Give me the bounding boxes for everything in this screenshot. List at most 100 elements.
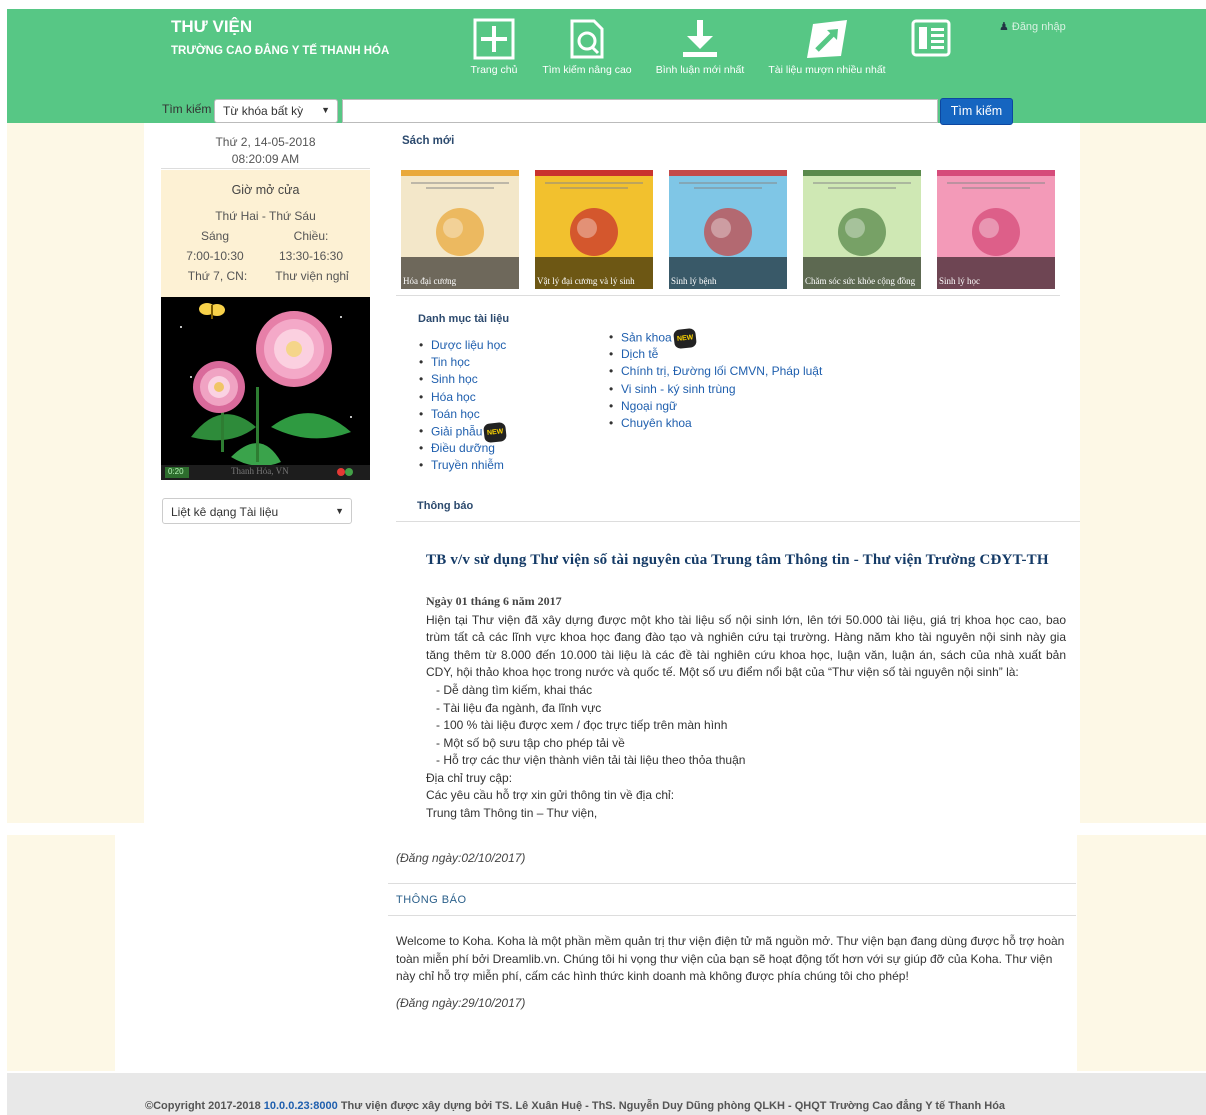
category-link[interactable]: Toán học — [431, 407, 480, 421]
support-address: Các yêu cầu hỗ trợ xin gửi thông tin về … — [426, 788, 675, 802]
login-label: Đăng nhập — [1011, 21, 1066, 33]
category-list-2: Sản khoaNEWDịch tễ Chính trị, Đường lối C… — [607, 327, 822, 432]
nav-advanced-search-label: Tìm kiếm nâng cao — [542, 64, 632, 76]
footer-suffix: Thư viện được xây dựng bởi TS. Lê Xuân H… — [337, 1100, 1006, 1112]
divider — [396, 521, 1080, 522]
document-type-select[interactable]: Liệt kê dạng Tài liệu ▼ — [162, 498, 352, 524]
category-item[interactable]: Ngoại ngữ — [607, 398, 822, 415]
nav-home[interactable]: Trang chủ — [470, 18, 518, 76]
welcome-text: Welcome to Koha. Koha là một phần mềm qu… — [396, 934, 1065, 983]
category-link[interactable]: Chính trị, Đường lối CMVN, Pháp luật — [621, 364, 822, 378]
newspaper-icon — [911, 19, 951, 57]
player-time: 0:20 — [168, 467, 184, 476]
flower-image — [161, 297, 370, 480]
search-input[interactable] — [342, 99, 938, 123]
category-item[interactable]: Chính trị, Đường lối CMVN, Pháp luật — [607, 363, 822, 380]
category-item[interactable]: Dịch tễ — [607, 346, 822, 363]
category-link[interactable]: Chuyên khoa — [621, 416, 692, 430]
search-button[interactable]: Tìm kiếm — [940, 98, 1013, 125]
book-cover[interactable]: Hóa đại cương — [401, 170, 519, 289]
notice-title[interactable]: TB v/v sử dụng Thư viện số tài nguyên củ… — [426, 551, 1066, 570]
divider — [388, 883, 1076, 884]
login-link[interactable]: ♟ Đăng nhập — [999, 20, 1066, 33]
category-link[interactable]: Điều dưỡng — [431, 441, 495, 455]
book-caption: Sinh lý bệnh — [669, 257, 787, 289]
category-link[interactable]: Dịch tễ — [621, 347, 658, 361]
search-scope-value: Từ khóa bất kỳ — [223, 104, 304, 118]
site-subtitle: TRƯỜNG CAO ĐẲNG Y TẾ THANH HÓA — [171, 45, 390, 57]
weekdays-label: Thứ Hai - Thứ Sáu — [215, 209, 316, 223]
notice-bullet: - 100 % tài liệu được xem / đọc trực tiế… — [436, 718, 728, 732]
nav-most-borrowed[interactable]: Tài liệu mượn nhiều nhất — [766, 18, 888, 76]
page-background-right — [1080, 123, 1206, 823]
category-link[interactable]: Dược liệu học — [431, 338, 506, 352]
category-link[interactable]: Sản khoa — [621, 331, 672, 345]
lower-background-left — [7, 835, 115, 1071]
book-cover[interactable]: Sinh lý học — [937, 170, 1055, 289]
notice-section-title: Thông báo — [417, 500, 474, 512]
category-item[interactable]: Hóa học — [417, 389, 507, 406]
player-caption: Thanh Hóa, VN — [231, 466, 289, 476]
notice-body: Hiện tại Thư viện đã xây dựng được một k… — [426, 613, 1066, 679]
category-item[interactable]: Chuyên khoa — [607, 415, 822, 432]
notice-bullet: - Một số bộ sưu tập cho phép tải về — [436, 736, 625, 750]
book-cover[interactable]: Vật lý đại cương và lý sinh — [535, 170, 653, 289]
notice2-posted-date: (Đăng ngày:29/10/2017) — [396, 996, 526, 1010]
category-item[interactable]: Tin học — [417, 354, 507, 371]
category-link[interactable]: Truyền nhiễm — [431, 458, 504, 472]
morning-label: Sáng — [200, 229, 230, 243]
category-item[interactable]: Sản khoaNEW — [607, 327, 822, 350]
category-item[interactable]: Vi sinh - ký sinh trùng — [607, 381, 822, 398]
category-link[interactable]: Ngoại ngữ — [621, 399, 677, 413]
search-scope-select[interactable]: Từ khóa bất kỳ ▼ — [214, 99, 338, 123]
nav-latest-comments[interactable]: Bình luận mới nhất — [654, 18, 746, 76]
download-icon — [683, 20, 717, 57]
category-link[interactable]: Hóa học — [431, 390, 476, 404]
divider — [388, 915, 1076, 916]
current-date: Thứ 2, 14-05-2018 — [215, 135, 316, 149]
nav-home-label: Trang chủ — [470, 64, 518, 76]
nav-news[interactable] — [908, 18, 954, 62]
notice-date: Ngày 01 tháng 6 năm 2017 — [426, 594, 562, 608]
category-link[interactable]: Tin học — [431, 355, 470, 369]
category-link[interactable]: Sinh học — [431, 372, 478, 386]
book-cover[interactable]: Sinh lý bệnh — [669, 170, 787, 289]
category-item[interactable]: Sinh học — [417, 371, 507, 388]
footer-copyright: ©Copyright 2017-2018 10.0.0.23:8000 Thư … — [145, 1100, 1005, 1112]
category-link[interactable]: Giải phẫu — [431, 425, 482, 439]
page-background-left — [7, 123, 144, 823]
category-item[interactable]: Điều dưỡng — [417, 440, 507, 457]
notice-posted-date: (Đăng ngày:02/10/2017) — [396, 851, 526, 865]
book-caption: Hóa đại cương — [401, 257, 519, 289]
trending-arrow-icon — [807, 20, 847, 58]
advanced-search-icon — [570, 19, 604, 59]
current-time: 08:20:09 AM — [231, 152, 300, 166]
category-item[interactable]: Giải phẫuNEW — [417, 421, 508, 444]
category-item[interactable]: Dược liệu học — [417, 337, 507, 354]
footer-link[interactable]: 10.0.0.23:8000 — [264, 1100, 338, 1112]
site-title[interactable]: THƯ VIỆN — [171, 17, 252, 37]
book-caption: Vật lý đại cương và lý sinh — [535, 257, 653, 289]
chevron-down-icon: ▼ — [321, 105, 330, 115]
flower-animation: 0:20 Thanh Hóa, VN — [161, 297, 370, 480]
footer-prefix: ©Copyright 2017-2018 — [145, 1100, 264, 1112]
afternoon-label: Chiều: — [293, 229, 329, 243]
nav-advanced-search[interactable]: Tìm kiếm nâng cao — [541, 18, 633, 76]
lower-background-right — [1077, 835, 1206, 1071]
nav-latest-comments-label: Bình luận mới nhất — [655, 64, 745, 76]
divider — [161, 168, 370, 169]
category-item[interactable]: Toán học — [417, 406, 507, 423]
notice2-title: THÔNG BÁO — [396, 894, 467, 906]
afternoon-hours: 13:30-16:30 — [278, 249, 344, 263]
notice-bullet: - Dễ dàng tìm kiếm, khai thác — [436, 683, 593, 697]
weekend-label: Thứ 7, CN: — [187, 269, 248, 283]
search-label: Tìm kiếm — [162, 102, 212, 116]
book-caption: Chăm sóc sức khỏe cộng đồng — [803, 257, 921, 289]
book-cover[interactable]: Chăm sóc sức khỏe cộng đồng — [803, 170, 921, 289]
category-list-1: Dược liệu học Tin học Sinh học Hóa học Toán … — [417, 337, 508, 475]
document-type-value: Liệt kê dạng Tài liệu — [171, 505, 279, 519]
book-caption: Sinh lý học — [937, 257, 1055, 289]
category-item[interactable]: Truyền nhiễm — [417, 457, 507, 474]
category-link[interactable]: Vi sinh - ký sinh trùng — [621, 382, 736, 396]
user-icon: ♟ — [999, 21, 1009, 33]
